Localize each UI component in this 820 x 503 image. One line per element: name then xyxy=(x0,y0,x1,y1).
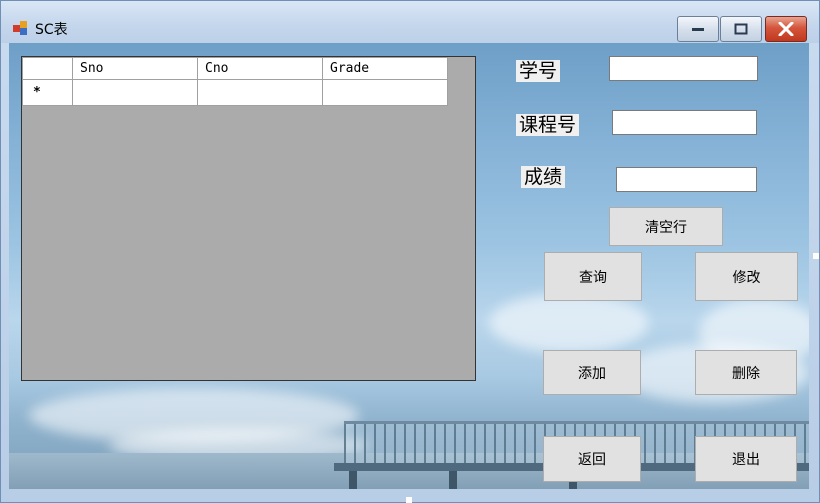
title-bar[interactable]: SC表 xyxy=(1,1,819,43)
form-client-area: Sno Cno Grade * 学号 课程号 成绩 清空行 查询 修改 添加 删… xyxy=(9,43,809,489)
new-row-marker[interactable]: * xyxy=(22,79,73,106)
grid-cell-cno[interactable] xyxy=(197,79,323,106)
background-pier-post xyxy=(349,471,357,489)
column-header-sno[interactable]: Sno xyxy=(72,57,198,80)
resize-grip[interactable] xyxy=(406,497,412,503)
clear-row-button[interactable]: 清空行 xyxy=(609,207,723,246)
back-button[interactable]: 返回 xyxy=(543,436,641,482)
cno-field[interactable] xyxy=(612,110,757,135)
modify-button[interactable]: 修改 xyxy=(695,252,798,301)
maximize-button[interactable] xyxy=(720,16,762,42)
sc-window: SC表 Sno Cno Grade * 学号 课程号 成绩 清空行 查询 修改 … xyxy=(0,0,820,503)
grid-table: Sno Cno Grade * xyxy=(22,57,448,106)
column-header-grade[interactable]: Grade xyxy=(322,57,448,80)
data-grid[interactable]: Sno Cno Grade * xyxy=(21,56,476,381)
grid-cell-grade[interactable] xyxy=(322,79,448,106)
grid-corner-header[interactable] xyxy=(22,57,73,80)
table-row[interactable]: * xyxy=(22,79,448,106)
grid-cell-sno[interactable] xyxy=(72,79,198,106)
resize-grip[interactable] xyxy=(813,253,819,259)
query-button[interactable]: 查询 xyxy=(544,252,642,301)
app-icon xyxy=(13,21,29,37)
delete-button[interactable]: 删除 xyxy=(695,350,797,395)
grade-label: 成绩 xyxy=(521,166,566,188)
maximize-icon xyxy=(721,17,761,41)
exit-button[interactable]: 退出 xyxy=(695,436,797,482)
minimize-icon xyxy=(678,17,718,41)
add-button[interactable]: 添加 xyxy=(543,350,641,395)
window-title: SC表 xyxy=(35,22,68,38)
close-icon xyxy=(766,17,806,41)
sno-label: 学号 xyxy=(516,60,561,82)
sno-field[interactable] xyxy=(609,56,758,81)
minimize-button[interactable] xyxy=(677,16,719,42)
cno-label: 课程号 xyxy=(516,114,580,136)
background-pier-post xyxy=(449,471,457,489)
grade-field[interactable] xyxy=(616,167,757,192)
column-header-cno[interactable]: Cno xyxy=(197,57,323,80)
background-cloud xyxy=(489,293,649,353)
grid-header-row: Sno Cno Grade xyxy=(22,57,448,80)
close-button[interactable] xyxy=(765,16,807,42)
